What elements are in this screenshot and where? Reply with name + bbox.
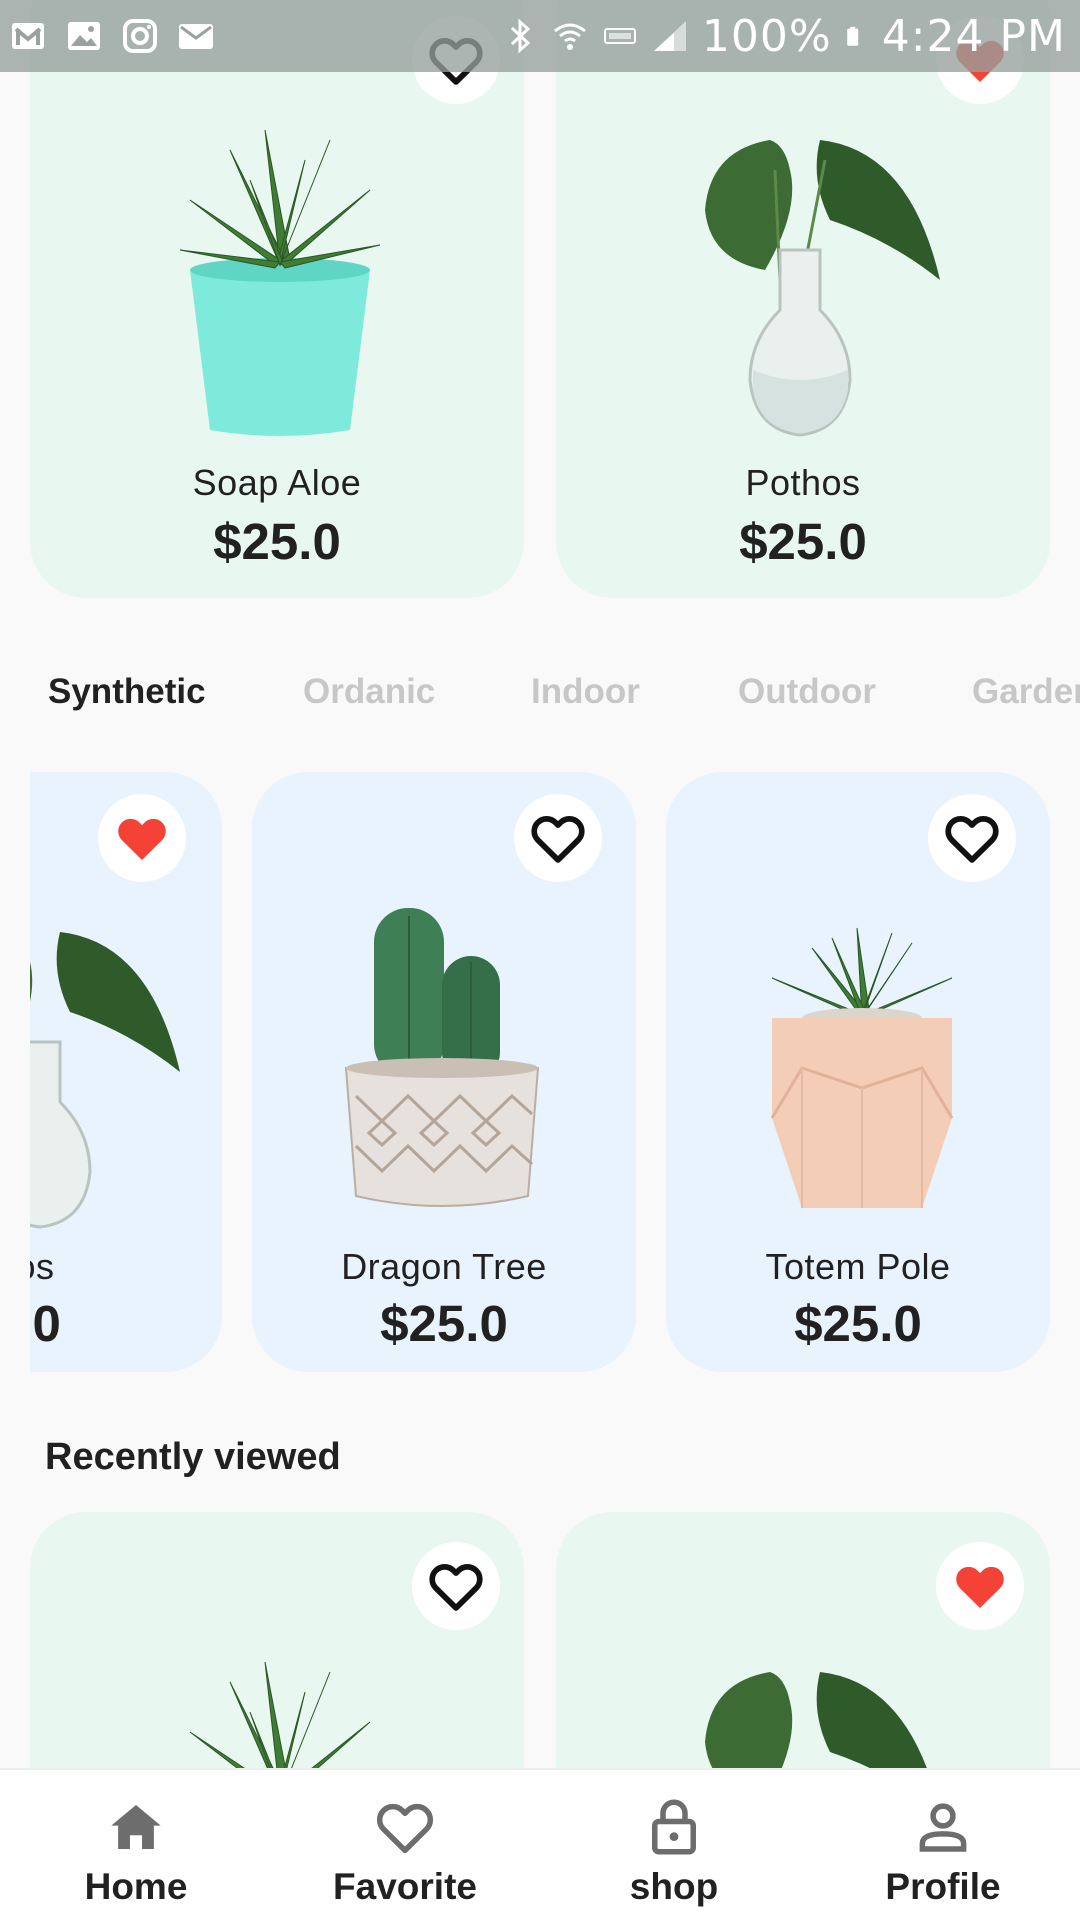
battery-percent: 100% [701, 10, 832, 62]
nav-shop[interactable]: shop [564, 1770, 784, 1920]
product-price: $25.0 [794, 1295, 922, 1352]
instagram-icon [123, 19, 157, 53]
tab-outdoor[interactable]: Outdoor [738, 672, 876, 712]
heart-filled-icon [956, 1566, 1004, 1608]
nav-profile[interactable]: Profile [833, 1770, 1053, 1920]
product-name: Dragon Tree [341, 1246, 547, 1287]
tab-indoor[interactable]: Indoor [531, 672, 640, 712]
product-card[interactable]: Pothos $25.0 [30, 772, 222, 1372]
product-card[interactable]: Totem Pole $25.0 [666, 772, 1050, 1372]
recently-viewed-title: Recently viewed [45, 1436, 341, 1478]
favorite-button[interactable] [514, 794, 602, 882]
battery-icon [846, 26, 858, 46]
tab-synthetic[interactable]: Synthetic [48, 672, 206, 712]
product-name: Pothos [745, 462, 861, 503]
product-price: $25.0 [213, 513, 341, 570]
gmail-icon [12, 23, 44, 49]
tab-garden[interactable]: Garden [972, 672, 1080, 712]
totem-pole-image [770, 927, 954, 1208]
pothos-image [30, 932, 180, 1229]
tab-ordanic[interactable]: Ordanic [303, 672, 435, 712]
nav-shop-label: shop [629, 1866, 719, 1907]
soap-aloe-image [179, 129, 381, 436]
heart-outline-icon [377, 1803, 433, 1854]
heart-outline-icon [531, 816, 585, 863]
favorite-button[interactable] [98, 794, 186, 882]
product-card[interactable]: Pothos $25.0 [556, 0, 1050, 598]
status-bar: 100% 4:24 PM [0, 0, 1080, 72]
product-price: $25.0 [380, 1295, 508, 1352]
product-price: $25.0 [30, 1295, 61, 1352]
wifi-icon [553, 23, 586, 50]
product-name: Totem Pole [765, 1246, 951, 1287]
home-icon [111, 1805, 161, 1849]
favorite-button[interactable] [936, 1542, 1024, 1630]
product-name: Soap Aloe [192, 462, 362, 503]
bluetooth-icon [510, 19, 531, 53]
category-tabs: Synthetic Ordanic Indoor Outdoor Garden [0, 672, 1080, 732]
category-product-list[interactable]: Pothos $25.0 Dragon Tree $25.0 [30, 772, 1080, 1374]
product-name: Pothos [30, 1246, 55, 1287]
heart-outline-icon [429, 1564, 483, 1611]
nav-profile-label: Profile [885, 1866, 1001, 1907]
heart-filled-icon [118, 818, 166, 860]
nav-home-label: Home [84, 1866, 188, 1907]
dragon-tree-image [344, 908, 540, 1207]
favorite-button[interactable] [928, 794, 1016, 882]
status-time: 4:24 PM [881, 10, 1066, 62]
pothos-image [705, 140, 940, 437]
heart-outline-icon [945, 816, 999, 863]
favorite-button[interactable] [412, 1542, 500, 1630]
nav-favorite-label: Favorite [333, 1866, 477, 1907]
nav-favorite[interactable]: Favorite [295, 1770, 515, 1920]
bottom-navigation: Home Favorite shop Profile [0, 1768, 1080, 1920]
signal-icon [653, 21, 686, 51]
nav-home[interactable]: Home [26, 1770, 246, 1920]
email-icon [179, 24, 213, 49]
product-card[interactable]: Dragon Tree $25.0 [252, 772, 636, 1372]
gallery-icon [68, 22, 100, 50]
product-price: $25.0 [739, 513, 867, 570]
lte-icon [603, 28, 636, 44]
lock-icon [652, 1799, 696, 1855]
person-icon [919, 1803, 967, 1852]
product-card[interactable]: Soap Aloe $25.0 [30, 0, 524, 598]
